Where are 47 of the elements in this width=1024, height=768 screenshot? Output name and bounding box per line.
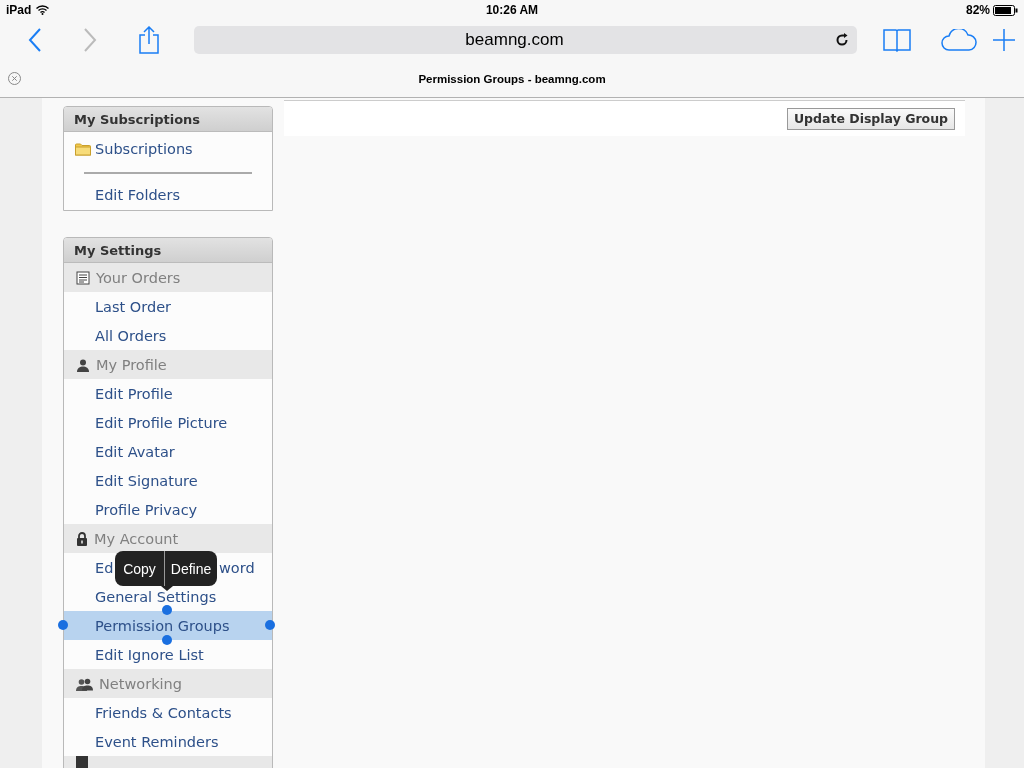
people-icon — [76, 676, 93, 691]
back-icon[interactable] — [28, 28, 42, 52]
link-fragment[interactable]: word — [219, 559, 255, 576]
sidebar-link[interactable]: Edit Avatar — [64, 437, 272, 466]
battery-icon — [993, 4, 1018, 16]
selection-handle[interactable] — [162, 635, 172, 645]
plus-icon[interactable] — [993, 29, 1015, 51]
menu-button[interactable]: Define — [164, 551, 217, 586]
box-header: My Subscriptions — [64, 107, 272, 132]
sidebar-link[interactable]: Friends & Contacts — [64, 698, 272, 727]
section-title: Your Orders — [96, 269, 181, 286]
sidebar-link[interactable]: Profile Privacy — [64, 495, 272, 524]
block-icon — [76, 756, 88, 768]
lock-icon — [76, 531, 88, 546]
sidebar-link[interactable]: All Orders — [64, 321, 272, 350]
box-header: My Settings — [64, 238, 272, 263]
tab-title[interactable]: Permission Groups - beamng.com — [21, 72, 1003, 85]
sidebar-link[interactable]: Edit Profile — [64, 379, 272, 408]
sidebar-link[interactable]: Edit Profile Picture — [64, 408, 272, 437]
sidebar-link[interactable]: Edit Ignore List — [64, 640, 272, 669]
sidebar-link[interactable]: Last Order — [64, 292, 272, 321]
cloud-icon[interactable] — [941, 29, 977, 51]
link-fragment[interactable]: Ed — [95, 559, 114, 576]
selection-handle[interactable] — [265, 620, 275, 630]
update-display-group-button[interactable]: Update Display Group — [786, 107, 955, 130]
sidebar-link[interactable]: Event Reminders — [64, 727, 272, 756]
sidebar-link[interactable]: Subscriptions — [95, 141, 193, 157]
document-icon — [76, 270, 90, 285]
close-icon[interactable] — [8, 72, 21, 85]
wifi-icon — [36, 5, 50, 15]
section-title: My Account — [94, 530, 179, 547]
sidebar-link[interactable]: Permission Groups — [64, 611, 272, 640]
section-title: My Profile — [96, 356, 167, 373]
menu-button[interactable]: Copy — [115, 551, 164, 586]
sidebar-link[interactable]: Edit Folders — [64, 180, 272, 210]
book-icon[interactable] — [883, 28, 911, 52]
reload-icon[interactable] — [835, 33, 849, 47]
selection-handle[interactable] — [58, 620, 68, 630]
sidebar-link[interactable]: Edit Signature — [64, 466, 272, 495]
person-icon — [76, 357, 90, 372]
share-icon[interactable] — [138, 26, 160, 54]
clock: 10:26 AM — [485, 3, 539, 17]
battery-percent: 82% — [965, 3, 990, 17]
selection-handle[interactable] — [162, 605, 172, 615]
folder-icon — [75, 142, 91, 156]
device-name: iPad — [6, 3, 32, 17]
section-title: Networking — [99, 675, 182, 692]
